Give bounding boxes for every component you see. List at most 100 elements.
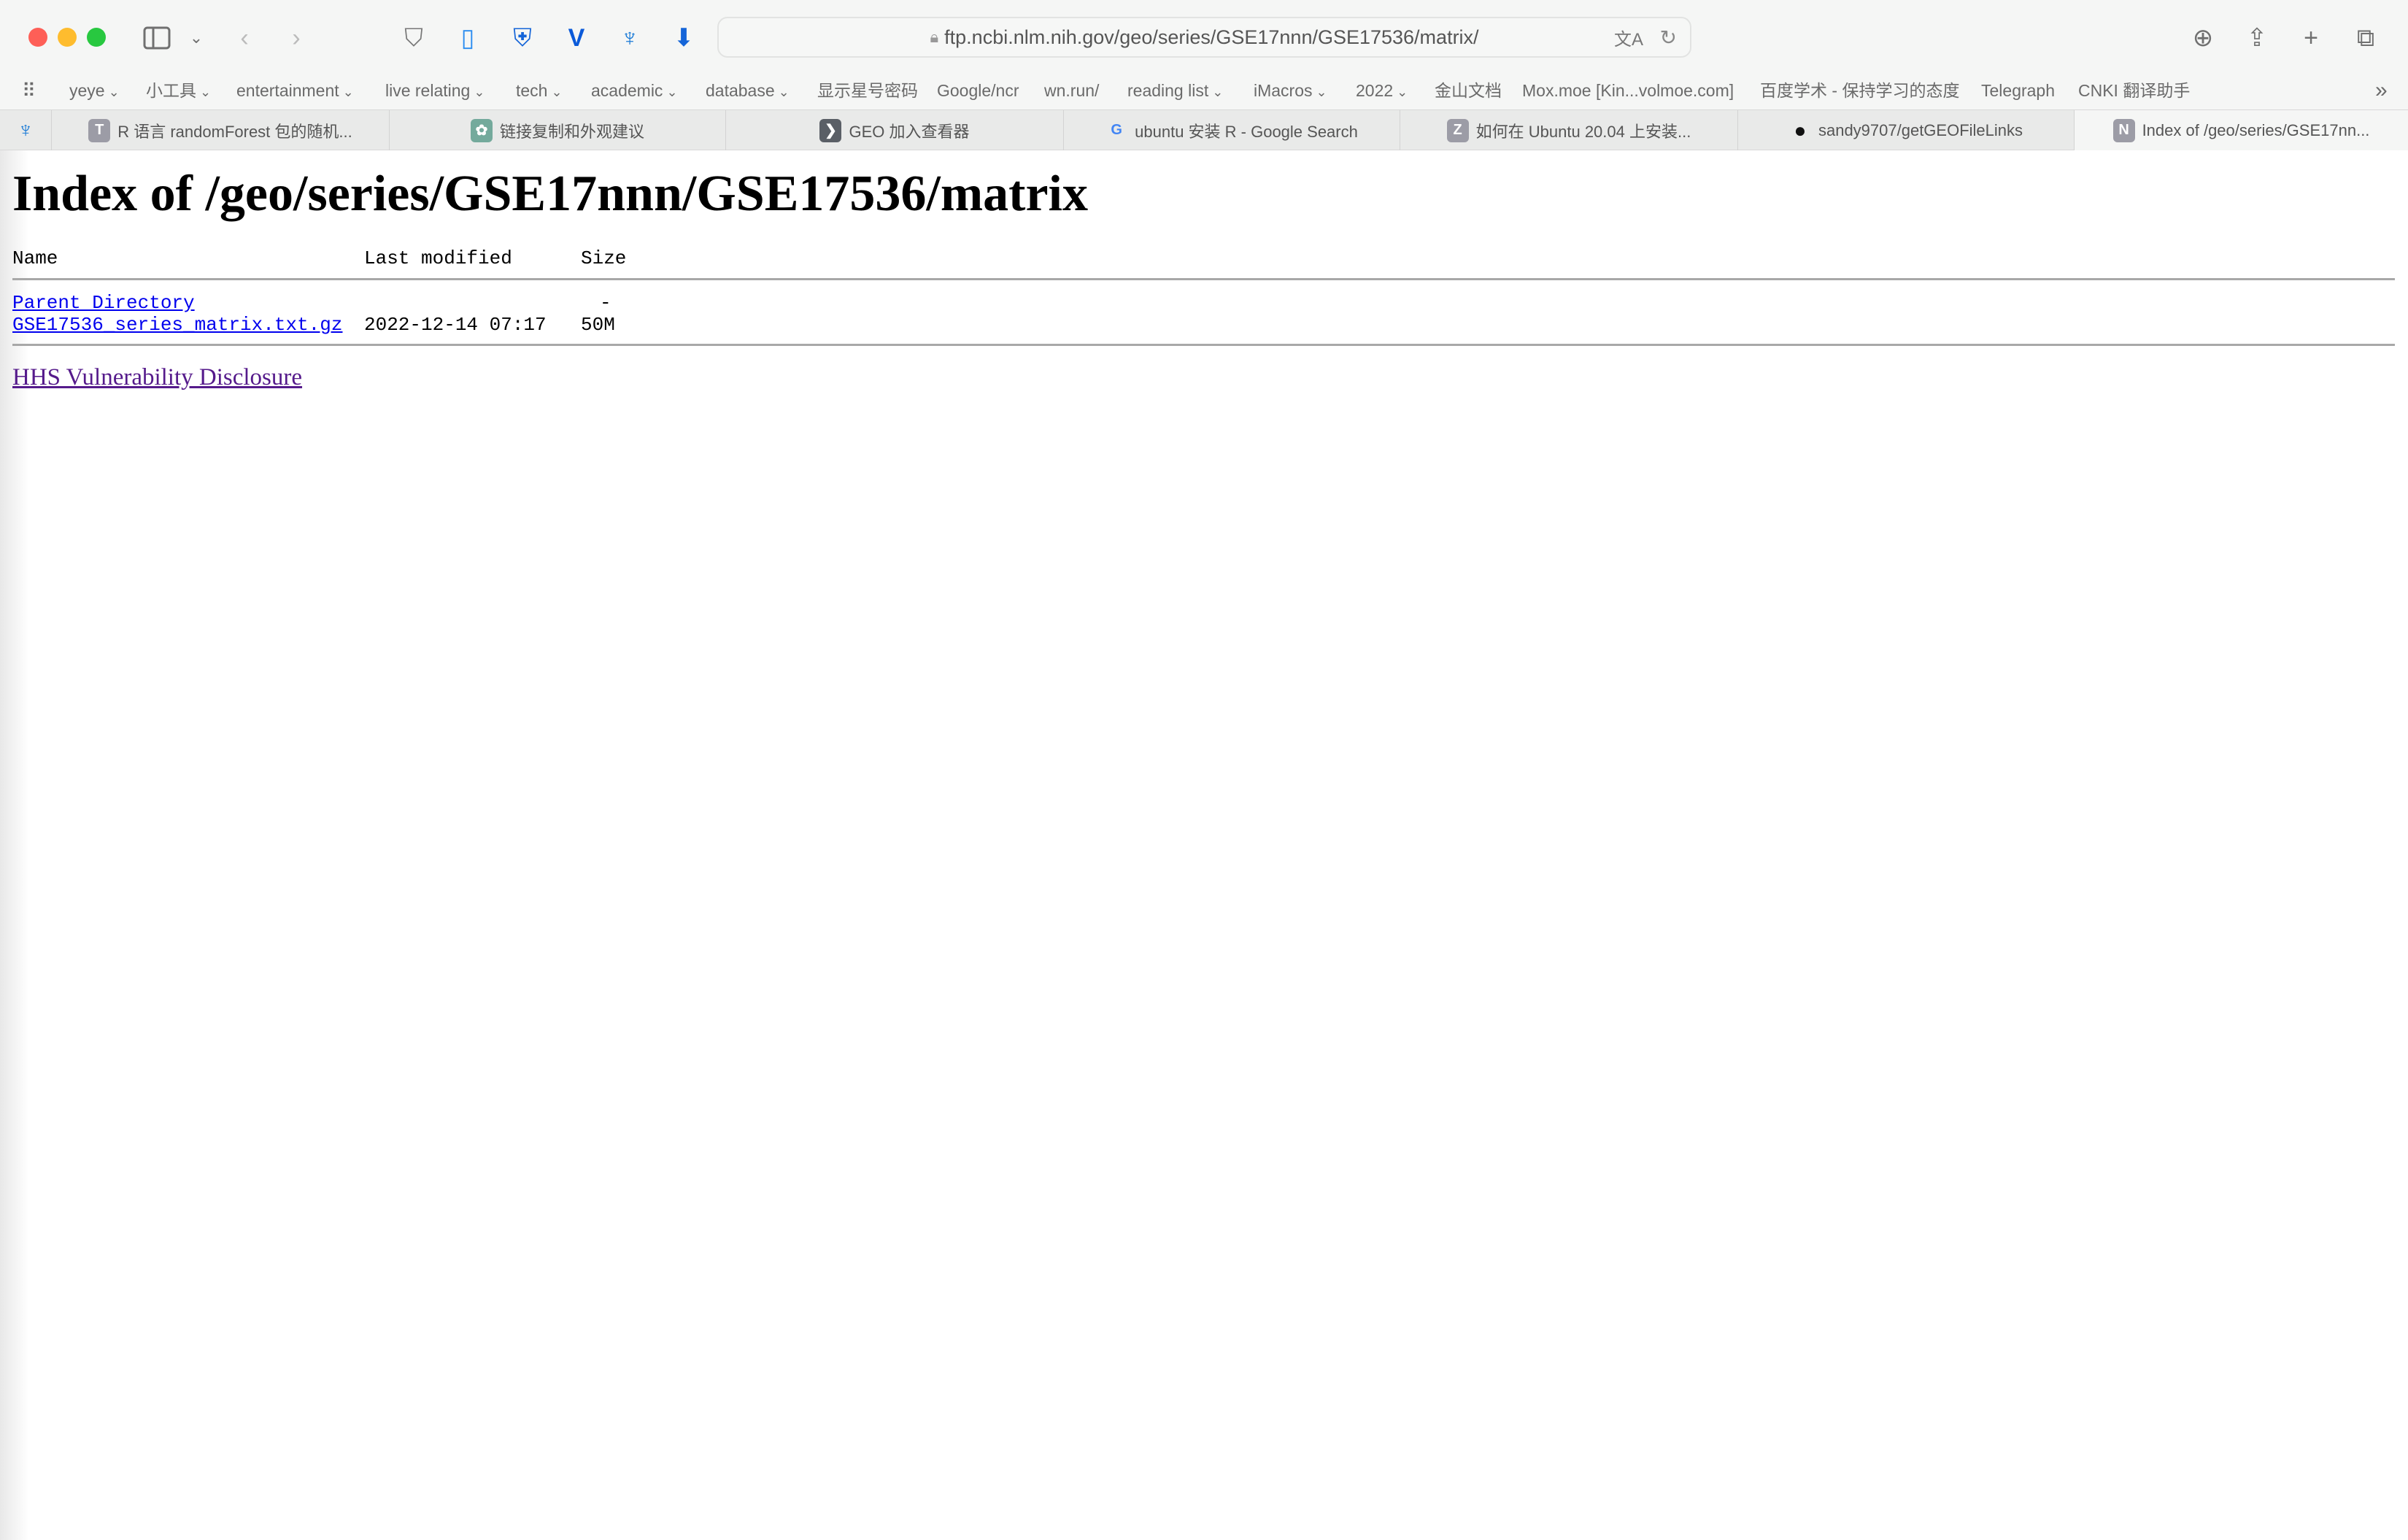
bookmark-label: tech [516,81,548,100]
bookmark-item[interactable]: yeye ⌄ [69,76,120,107]
bookmark-item[interactable]: 2022 ⌄ [1356,76,1408,107]
chatgpt-favicon-icon: ✿ [470,118,493,142]
bookmark-label: Telegraph [1981,81,2056,100]
new-tab-icon[interactable]: + [2295,22,2327,54]
bookmark-label: wn.run/ [1044,81,1100,100]
address-bar[interactable]: 🔒︎ ftp.ncbi.nlm.nih.gov/geo/series/GSE17… [717,17,1691,58]
chevron-down-icon: ⌄ [470,85,485,99]
bookmark-label: 金山文档 [1435,81,1502,100]
divider [12,344,2395,346]
bookmark-item[interactable]: Mox.moe [Kin...volmoe.com] [1522,76,1734,105]
chevron-down-icon: ⌄ [1208,85,1224,99]
tab[interactable]: Gubuntu 安装 R - Google Search [1063,110,1400,150]
bookmark-item[interactable]: CNKI 翻译助手 [2078,76,2190,105]
apps-grid-icon[interactable]: ⠿ [22,76,36,105]
tab[interactable]: N Index of /geo/series/GSE17nn... [2074,110,2408,150]
tab-label: sandy9707/getGEOFileLinks [1818,120,2023,139]
chevron-down-icon: ⌄ [547,85,563,99]
bookmark-label: reading list [1127,81,1209,100]
minimize-window-button[interactable] [58,28,77,47]
tab-overview-icon[interactable]: ⧉ [2350,22,2382,54]
tab[interactable]: ● sandy9707/getGEOFileLinks [1737,110,2074,150]
tab[interactable]: T R 语言 randomForest 包的随机... [51,110,389,150]
chevron-down-icon[interactable]: ⌄ [180,22,212,54]
chevron-down-icon: ⌄ [104,85,120,99]
github-favicon-icon: ● [1794,118,1807,142]
pinned-tab[interactable]: ♆ [0,110,51,150]
bookmark-item[interactable]: iMacros ⌄ [1254,76,1327,107]
bookmark-item[interactable]: 百度学术 - 保持学习的态度 [1760,76,1959,105]
bookmark-item[interactable]: Telegraph [1981,76,2055,105]
bookmark-label: iMacros [1254,81,1313,100]
bookmark-item[interactable]: tech ⌄ [516,76,563,107]
hhs-vulnerability-link[interactable]: HHS Vulnerability Disclosure [12,364,302,391]
translate-icon[interactable]: 文A [1614,25,1643,50]
row-size: 50M [581,314,615,336]
tab[interactable]: ✿ 链接复制和外观建议 [389,110,725,150]
chevron-down-icon: ⌄ [196,85,212,99]
bookmark-item[interactable]: live relating ⌄ [385,76,485,107]
bookmark-item[interactable]: 金山文档 [1435,76,1502,105]
tab-label: R 语言 randomForest 包的随机... [117,122,352,141]
bookmark-item[interactable]: 显示星号密码 [817,76,918,105]
bookmark-label: database [706,81,775,100]
tab-label: ubuntu 安装 R - Google Search [1135,122,1358,141]
bookmark-label: 2022 [1356,81,1394,100]
google-favicon-icon: G [1111,122,1122,138]
bookmark-item[interactable]: entertainment ⌄ [236,76,354,107]
chevron-down-icon: ⌄ [1393,85,1408,99]
pin-extension-icon[interactable]: ♆ [614,22,646,54]
t-favicon-icon: T [88,118,111,142]
bookmark-label: Google/ncr [937,81,1019,100]
more-bookmarks-icon[interactable]: » [2375,76,2388,105]
share-icon[interactable]: ⇪ [2241,22,2273,54]
lock-icon: 🔒︎ [930,28,939,46]
row-size: - [600,292,611,314]
column-header-modified[interactable]: Last modified [364,247,512,269]
bookmark-label: 显示星号密码 [817,81,918,100]
chevron-down-icon: ⌄ [774,85,790,99]
tab-label: GEO 加入查看器 [849,122,970,141]
chevron-down-icon: ⌄ [1312,85,1327,99]
bookmark-label: academic [591,81,663,100]
shield-extension-icon[interactable]: ⛉ [398,22,430,54]
chevron-down-icon: ⌄ [663,85,678,99]
close-window-button[interactable] [28,28,47,47]
bookmark-item[interactable]: database ⌄ [706,76,790,107]
forward-button[interactable]: › [280,22,312,54]
document-extension-icon[interactable]: ▯ [452,22,484,54]
tab-label: 链接复制和外观建议 [499,122,644,141]
tab[interactable]: ❯ GEO 加入查看器 [725,110,1063,150]
v-extension-icon[interactable]: V [560,22,593,54]
table-row: GSE17536_series_matrix.txt.gz [12,314,342,336]
tab[interactable]: Z 如何在 Ubuntu 20.04 上安装... [1400,110,1737,150]
parent-directory-link[interactable]: Parent Directory [12,292,195,314]
bookmark-item[interactable]: wn.run/ [1044,76,1099,105]
bookmark-label: 百度学术 - 保持学习的态度 [1760,81,1960,100]
bookmark-label: Mox.moe [Kin...volmoe.com] [1522,81,1734,100]
back-button[interactable]: ‹ [228,22,261,54]
bookmark-item[interactable]: 小工具 ⌄ [146,76,211,107]
file-link[interactable]: GSE17536_series_matrix.txt.gz [12,314,342,336]
z-favicon-icon: Z [1446,118,1469,142]
bookmark-label: live relating [385,81,471,100]
maximize-window-button[interactable] [87,28,106,47]
sidebar-toggle-icon[interactable] [141,22,173,54]
column-header-name[interactable]: Name [12,247,58,269]
row-modified: 2022-12-14 07:17 [364,314,547,336]
reload-icon[interactable]: ↻ [1660,26,1677,50]
chevron-down-icon: ⌄ [339,85,354,99]
bookmark-item[interactable]: Google/ncr [937,76,1019,105]
page-title: Index of /geo/series/GSE17nnn/GSE17536/m… [12,166,1088,222]
bookmark-item[interactable]: academic ⌄ [591,76,678,107]
bookmark-label: 小工具 [146,81,196,100]
bookmark-label: entertainment [236,81,339,100]
download-extension-icon[interactable]: ⬇ [668,22,700,54]
table-row: Parent Directory [12,292,195,314]
bookmark-item[interactable]: reading list ⌄ [1127,76,1223,107]
tab-label: Index of /geo/series/GSE17nn... [2142,120,2370,139]
divider [12,278,2395,280]
downloads-icon[interactable]: ⊕ [2187,22,2219,54]
column-header-size[interactable]: Size [581,247,626,269]
bitwarden-extension-icon[interactable]: ⛨ [506,22,539,54]
